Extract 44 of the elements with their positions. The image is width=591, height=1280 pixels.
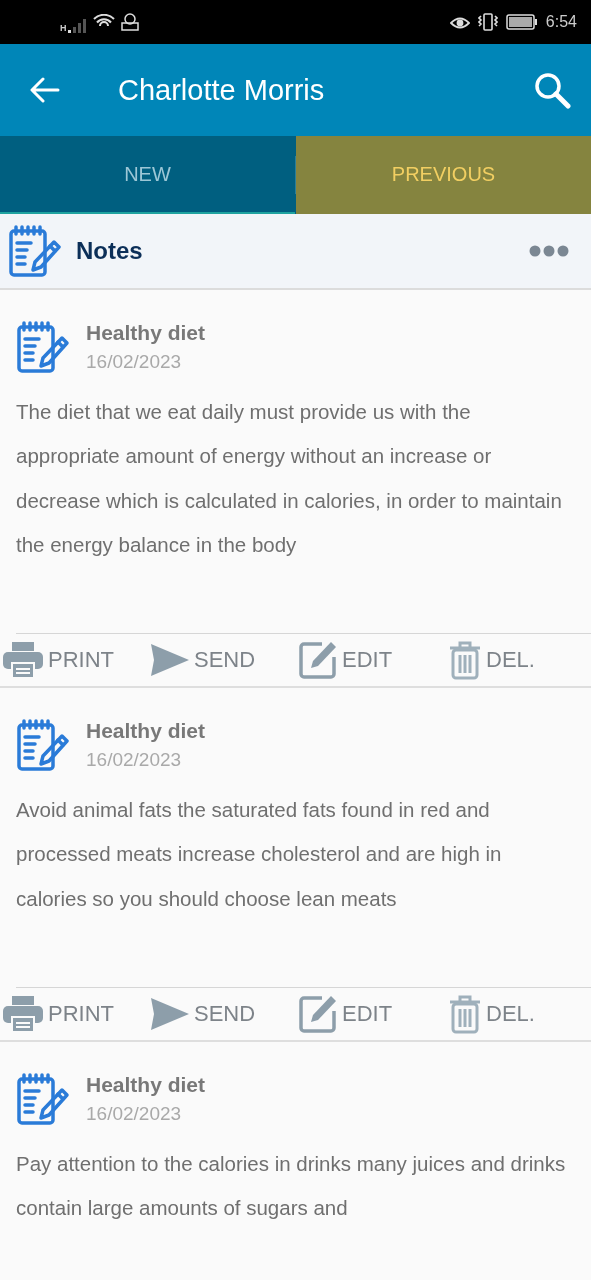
notepad-icon — [16, 1072, 70, 1127]
edit-button[interactable]: EDIT — [298, 636, 393, 685]
send-icon — [150, 997, 190, 1032]
eye-icon — [449, 15, 470, 29]
send-button[interactable]: SEND — [150, 636, 256, 685]
notepad-icon — [16, 320, 70, 374]
battery-icon — [505, 14, 538, 30]
more-button[interactable] — [529, 245, 569, 257]
vibrate-icon — [477, 13, 498, 31]
notepad-icon — [16, 718, 70, 773]
search-icon — [533, 71, 571, 109]
note-date: 16/02/2023 — [86, 1103, 183, 1126]
network-type: H — [60, 23, 67, 33]
delete-button[interactable]: DEL. — [448, 990, 535, 1039]
trash-icon — [448, 640, 482, 681]
print-button[interactable]: PRINT — [2, 990, 114, 1039]
back-button[interactable] — [30, 77, 60, 103]
section-title: Notes — [76, 237, 144, 265]
note-title: Healthy diet — [86, 321, 206, 345]
page-title: Charlotte Morris — [118, 73, 326, 107]
clock: 6:54 — [545, 13, 577, 31]
back-arrow-icon — [30, 77, 60, 103]
signal-icon — [66, 19, 87, 33]
printer-icon — [2, 995, 44, 1034]
edit-button[interactable]: EDIT — [298, 990, 393, 1039]
note-text: Avoid animal fats the saturated fats found in red and processed meats increase cholesterol and are high in calories so you should choose lean meats — [16, 797, 503, 912]
note-date: 16/02/2023 — [86, 749, 183, 772]
note-title: Healthy diet — [86, 1073, 206, 1098]
print-button[interactable]: PRINT — [2, 636, 114, 685]
trash-icon — [448, 994, 482, 1035]
edit-icon — [298, 640, 338, 681]
notepad-icon — [8, 224, 62, 278]
tab[interactable]: PREVIOUS — [296, 136, 591, 214]
delete-button[interactable]: DEL. — [448, 636, 535, 685]
printer-icon — [2, 641, 44, 680]
note-date: 16/02/2023 — [86, 351, 183, 373]
more-icon — [529, 245, 569, 257]
note-text: Pay attention to the calories in drinks many juices and drinks contain large amounts of sugars and — [16, 1151, 567, 1222]
search-button[interactable] — [533, 71, 571, 109]
edit-icon — [298, 994, 338, 1035]
note-title: Healthy diet — [86, 719, 206, 744]
note-text: The diet that we eat daily must provide us with the appropriate amount of energy without an increase or decrease which is calculated in calories, in order to maintain the energy balance in the body — [16, 399, 563, 558]
send-icon — [150, 643, 190, 678]
send-button[interactable]: SEND — [150, 990, 256, 1039]
